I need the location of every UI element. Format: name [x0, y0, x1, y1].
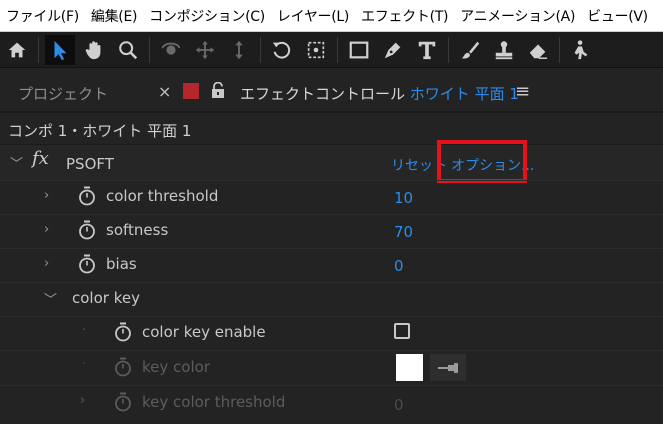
pan-camera-icon[interactable] [190, 35, 220, 65]
tab-effect-label: エフェクトコントロール [240, 85, 406, 103]
dolly-camera-icon[interactable] [224, 35, 254, 65]
type-icon[interactable] [412, 35, 442, 65]
param-label: bias [106, 255, 137, 273]
fx-icon[interactable]: fx [32, 148, 49, 169]
menu-animation[interactable]: アニメーション(A) [460, 6, 575, 26]
toolbar-separator [448, 36, 449, 63]
param-value[interactable]: 0 [394, 257, 404, 275]
eraser-icon[interactable] [523, 35, 553, 65]
chevron-right-icon[interactable]: › [44, 222, 49, 237]
lock-icon[interactable] [211, 82, 225, 99]
hand-icon[interactable] [79, 35, 109, 65]
menu-composition[interactable]: コンポジション(C) [149, 6, 265, 26]
param-label: key color [142, 358, 210, 376]
stopwatch-icon[interactable] [78, 220, 96, 240]
chevron-down-icon[interactable]: ﹀ [10, 153, 23, 172]
group-row-color-key: ﹀ color key [0, 283, 663, 317]
param-value[interactable]: 0 [394, 396, 404, 414]
chevron-down-icon[interactable]: ﹀ [44, 289, 57, 308]
toolbar-separator [38, 36, 39, 63]
selection-arrow-icon[interactable] [45, 34, 75, 65]
chevron-right-icon[interactable]: › [80, 393, 85, 408]
menu-bar: ファイル(F) 編集(E) コンポジション(C) レイヤー(L) エフェクト(T… [0, 0, 663, 32]
effect-header-row: ﹀ fx PSOFT リセット オプション... [0, 145, 663, 181]
brush-icon[interactable] [455, 35, 485, 65]
menu-edit[interactable]: 編集(E) [91, 6, 138, 26]
zoom-icon[interactable] [113, 35, 143, 65]
comp-layer-title: コンポ 1・ホワイト 平面 1 [8, 122, 192, 140]
key-color-swatch[interactable] [396, 354, 423, 381]
pen-icon[interactable] [378, 35, 408, 65]
stopwatch-icon[interactable] [78, 254, 96, 274]
toolbar [0, 32, 663, 68]
param-label: softness [106, 221, 169, 239]
tab-project[interactable]: プロジェクト [18, 83, 108, 104]
param-row-bias: › bias 0 [0, 249, 663, 283]
menu-file[interactable]: ファイル(F) [6, 6, 79, 26]
stopwatch-icon[interactable] [114, 322, 132, 342]
menu-view[interactable]: ビュー(V) [587, 6, 648, 26]
param-row-key-color: · key color [0, 351, 663, 385]
param-label: color threshold [106, 187, 219, 205]
home-icon[interactable] [2, 35, 32, 65]
tab-effect-layer-name: ホワイト 平面 1 [409, 85, 519, 103]
tab-close-button[interactable]: × [158, 82, 171, 101]
eyedropper-icon [438, 362, 458, 373]
param-label: color key enable [142, 323, 266, 341]
pan-behind-icon[interactable] [301, 35, 331, 65]
clone-stamp-icon[interactable] [489, 35, 519, 65]
param-row-color-threshold: › color threshold 10 [0, 181, 663, 215]
chevron-right-icon[interactable]: › [44, 256, 49, 271]
param-value[interactable]: 70 [394, 223, 413, 241]
param-row-softness: › softness 70 [0, 215, 663, 249]
panel-color-swatch-icon [183, 83, 199, 99]
menu-effect[interactable]: エフェクト(T) [361, 6, 448, 26]
chevron-right-icon[interactable]: › [44, 188, 49, 203]
toolbar-separator [260, 36, 261, 63]
stopwatch-icon[interactable] [114, 357, 132, 377]
options-highlight-box [437, 140, 527, 183]
toolbar-separator [337, 36, 338, 63]
puppet-icon[interactable] [566, 35, 596, 65]
group-label: color key [72, 289, 140, 307]
param-row-key-color-threshold: › key color threshold 0 [0, 386, 663, 420]
tab-divider [0, 111, 663, 113]
param-value[interactable]: 10 [394, 189, 413, 207]
panel-menu-icon[interactable]: ≡ [515, 81, 530, 102]
effect-name: PSOFT [66, 155, 114, 173]
rectangle-icon[interactable] [344, 35, 374, 65]
stopwatch-icon[interactable] [78, 186, 96, 206]
bullet-dot: · [82, 357, 87, 372]
stopwatch-icon[interactable] [114, 392, 132, 412]
rotate-icon[interactable] [267, 35, 297, 65]
color-key-enable-checkbox[interactable] [394, 323, 410, 339]
orbit-camera-icon[interactable] [156, 35, 186, 65]
toolbar-separator [559, 36, 560, 63]
param-row-color-key-enable: · color key enable [0, 317, 663, 351]
tab-effect-controls[interactable]: エフェクトコントロール ホワイト 平面 1 [240, 83, 519, 104]
param-label: key color threshold [142, 393, 286, 411]
menu-layer[interactable]: レイヤー(L) [277, 6, 350, 26]
toolbar-separator [149, 36, 150, 63]
eyedropper-button[interactable] [430, 354, 466, 381]
bullet-dot: · [82, 323, 87, 338]
